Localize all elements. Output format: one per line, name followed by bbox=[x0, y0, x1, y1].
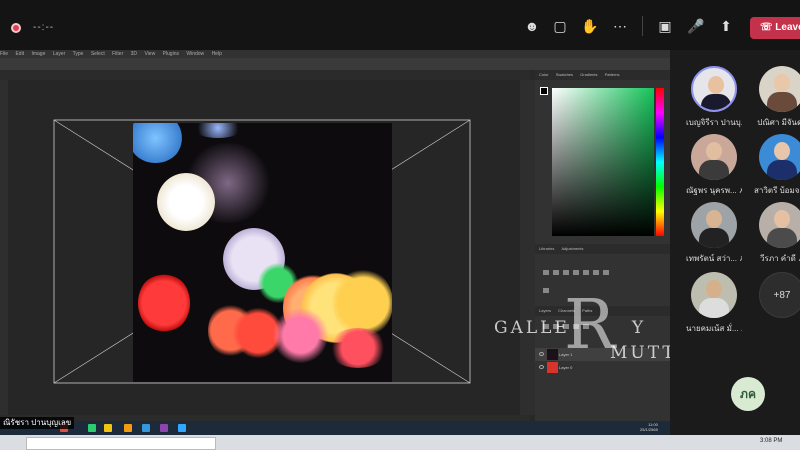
avatar bbox=[759, 134, 800, 180]
line-icon[interactable] bbox=[88, 424, 96, 432]
more-participants-count: +87 bbox=[759, 272, 800, 318]
tab-libraries[interactable]: Libraries bbox=[539, 246, 554, 251]
people-icon[interactable]: ☻ bbox=[522, 18, 542, 34]
chat-icon[interactable]: ▢ bbox=[550, 18, 570, 34]
avatar bbox=[691, 66, 737, 112]
adjustment-icons[interactable] bbox=[541, 263, 611, 329]
participant-name: ณัฐพร นุครพ... ✗ bbox=[686, 184, 742, 197]
mic-off-icon: ✗ bbox=[741, 326, 742, 333]
mic-off-icon[interactable]: 🎤 bbox=[686, 18, 706, 34]
participant-tile[interactable]: เบญจิรีรา ปานบุ... bbox=[686, 66, 742, 129]
tab-swatches[interactable]: Swatches bbox=[556, 72, 573, 77]
participant-name: เบญจิรีรา ปานบุ... bbox=[686, 118, 742, 127]
avatar bbox=[691, 202, 737, 248]
meeting-toolbar: --:-- ☻ ▢ ✋ ⋯ ▣ 🎤 ⬆ ☏ Leave bbox=[0, 0, 800, 50]
foreground-color-swatch[interactable] bbox=[540, 87, 548, 95]
tab-adjustments[interactable]: Adjustments bbox=[561, 246, 583, 251]
presenter-taskbar: 11:00 25/1/2565 bbox=[0, 421, 670, 435]
folder-icon[interactable] bbox=[104, 424, 112, 432]
tab-patterns[interactable]: Patterns bbox=[605, 72, 620, 77]
watermark-mutt-text: MUTT bbox=[610, 343, 677, 363]
presenter-clock: 11:00 25/1/2565 bbox=[640, 422, 658, 432]
mic-off-icon: ✗ bbox=[739, 256, 742, 263]
presenter-name-label: ณิรัชรา ปานบุญเลข bbox=[0, 417, 75, 429]
folder-icon[interactable] bbox=[124, 424, 132, 432]
app-icon[interactable] bbox=[160, 424, 168, 432]
bokeh-photo bbox=[133, 123, 392, 382]
tab-color[interactable]: Color bbox=[539, 72, 549, 77]
participant-tile[interactable]: วีรภา คำดี ✗ bbox=[754, 202, 800, 265]
avatar bbox=[691, 272, 737, 318]
host-clock: 3:08 PM bbox=[760, 438, 783, 444]
participant-tile[interactable]: ปณิศา มีจันดา bbox=[754, 66, 800, 129]
share-icon[interactable]: ⬆ bbox=[716, 18, 736, 34]
toolbar-divider bbox=[642, 16, 643, 36]
leave-label: Leave bbox=[775, 22, 800, 33]
watermark-left-word: GALLE bbox=[494, 318, 570, 338]
avatar bbox=[759, 202, 800, 248]
tab-gradients[interactable]: Gradients bbox=[580, 72, 597, 77]
participant-tile[interactable]: สาวิตรี บ้อมจ... ✗ bbox=[754, 134, 800, 197]
camera-off-icon[interactable]: ▣ bbox=[655, 18, 675, 34]
watermark-gallery-text: GALLE Y bbox=[494, 318, 646, 338]
participant-name: วีรภา คำดี ✗ bbox=[754, 252, 800, 265]
leave-button[interactable]: ☏ Leave bbox=[750, 17, 800, 39]
participant-tile[interactable]: ณัฐพร นุครพ... ✗ bbox=[686, 134, 742, 197]
watermark-left-word-end: Y bbox=[631, 318, 647, 338]
photoshop-icon[interactable] bbox=[178, 424, 186, 432]
app-icon[interactable] bbox=[142, 424, 150, 432]
host-taskbar: 3:08 PM bbox=[0, 435, 800, 450]
participant-name: นายคมเน้ส มั่... ✗ bbox=[686, 322, 742, 335]
taskbar-search-input[interactable] bbox=[26, 437, 216, 450]
reactions-icon[interactable]: ✋ bbox=[580, 18, 600, 34]
clock-date: 25/1/2565 bbox=[640, 427, 658, 432]
avatar bbox=[759, 66, 800, 112]
right-panels: Color Swatches Gradients Patterns Librar… bbox=[535, 70, 670, 421]
color-panel-tabs: Color Swatches Gradients Patterns bbox=[535, 70, 670, 80]
mic-off-icon: ✗ bbox=[738, 188, 742, 195]
avatar bbox=[691, 134, 737, 180]
color-picker-field[interactable] bbox=[552, 88, 654, 236]
more-participants[interactable]: +87 bbox=[754, 272, 800, 318]
participant-name: สาวิตรี บ้อมจ... ✗ bbox=[754, 186, 800, 195]
participant-tile[interactable]: เทพรัตน์ สว่า... ✗ bbox=[686, 202, 742, 265]
self-avatar[interactable]: ภค bbox=[731, 377, 765, 411]
meeting-timer: --:-- bbox=[33, 22, 55, 33]
more-icon[interactable]: ⋯ bbox=[610, 18, 630, 34]
participant-name: ปณิศา มีจันดา bbox=[757, 118, 800, 127]
recording-icon bbox=[11, 23, 21, 33]
gallery-watermark: R GALLE Y MUTT bbox=[494, 292, 684, 368]
adjustments-tabs: Libraries Adjustments bbox=[535, 244, 670, 254]
participant-tile[interactable]: นายคมเน้ส มั่... ✗ bbox=[686, 272, 742, 335]
hue-slider[interactable] bbox=[656, 88, 664, 236]
participant-name: เทพรัตน์ สว่า... ✗ bbox=[686, 252, 742, 265]
